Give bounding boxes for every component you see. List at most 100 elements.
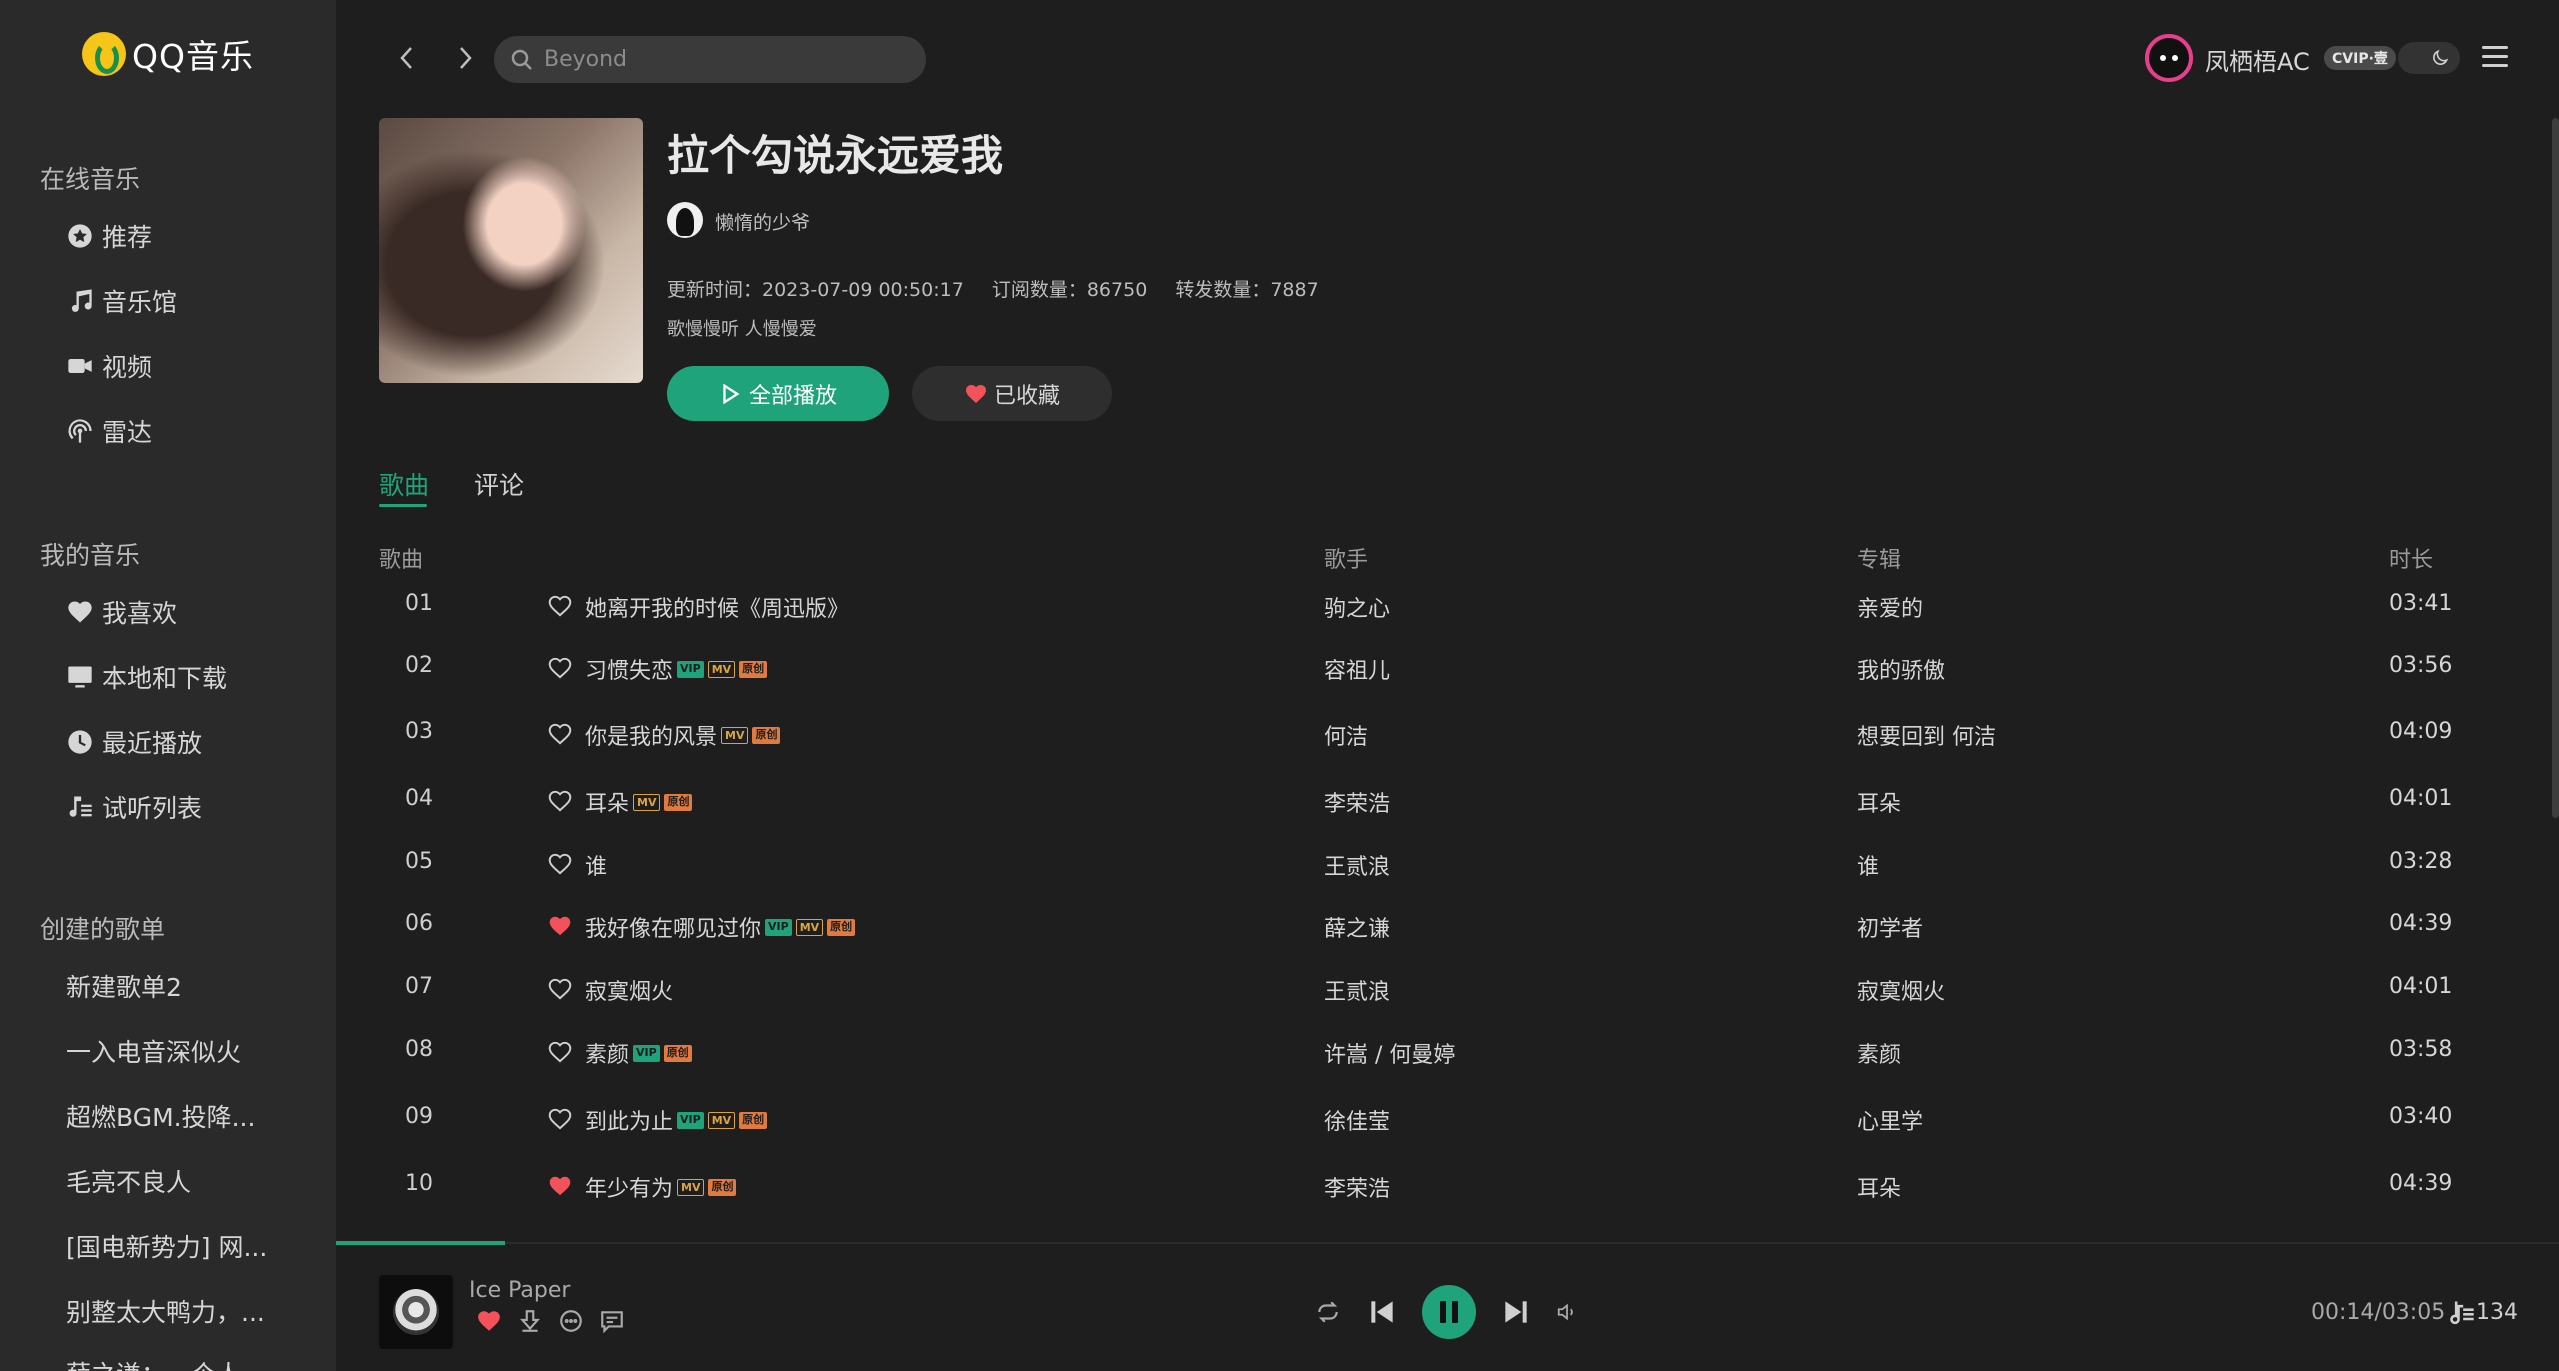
song-singer[interactable]: 王贰浪 bbox=[1324, 974, 1390, 1006]
previous-track-icon[interactable] bbox=[1364, 1294, 1400, 1330]
song-row[interactable]: 07 寂寞烟火 王贰浪 寂寞烟火 04:01 bbox=[379, 966, 2499, 1010]
sidebar-playlist-item[interactable]: 薛之谦：一个人 bbox=[66, 1355, 241, 1371]
song-name[interactable]: 习惯失恋 bbox=[585, 653, 673, 685]
comment-icon[interactable] bbox=[598, 1307, 626, 1335]
mv-tag[interactable]: MV bbox=[707, 1111, 736, 1129]
song-album[interactable]: 耳朵 bbox=[1857, 786, 1901, 818]
song-singer[interactable]: 许嵩 / 何曼婷 bbox=[1324, 1037, 1455, 1069]
user-name[interactable]: 凤栖梧AC bbox=[2205, 42, 2310, 77]
heart-outline-icon[interactable] bbox=[547, 593, 573, 619]
user-avatar[interactable] bbox=[2145, 34, 2193, 82]
download-icon[interactable] bbox=[516, 1307, 544, 1335]
sidebar-item-video[interactable]: 视频 bbox=[66, 346, 152, 386]
sidebar-playlist-item[interactable]: 超燃BGM.投降... bbox=[66, 1098, 255, 1134]
song-row[interactable]: 06 我好像在哪见过你 VIP MV 原创 薛之谦 初学者 04:39 bbox=[379, 903, 2499, 947]
sidebar-playlist-item[interactable]: 一入电音深似火 bbox=[66, 1033, 241, 1069]
sidebar-playlist-item[interactable]: 别整太大鸭力，... bbox=[66, 1293, 265, 1329]
song-album[interactable]: 心里学 bbox=[1857, 1104, 1923, 1136]
heart-filled-icon[interactable] bbox=[547, 1173, 573, 1199]
vip-badge[interactable]: CVIP·壹 bbox=[2324, 46, 2396, 70]
heart-filled-icon[interactable] bbox=[547, 913, 573, 939]
song-row[interactable]: 05 谁 王贰浪 谁 03:28 bbox=[379, 841, 2499, 885]
progress-fill[interactable] bbox=[336, 1241, 505, 1245]
play-all-button[interactable]: 全部播放 bbox=[667, 366, 889, 421]
song-album[interactable]: 初学者 bbox=[1857, 911, 1923, 943]
mv-tag[interactable]: MV bbox=[707, 660, 736, 678]
back-arrow-icon[interactable] bbox=[392, 40, 422, 76]
song-row[interactable]: 01 她离开我的时候《周迅版》 驹之心 亲爱的 03:41 bbox=[379, 583, 2499, 627]
sidebar-item-recent[interactable]: 最近播放 bbox=[66, 722, 202, 762]
app-logo[interactable]: QQ音乐 bbox=[82, 30, 254, 78]
song-name[interactable]: 谁 bbox=[585, 849, 607, 881]
song-name[interactable]: 到此为止 bbox=[585, 1104, 673, 1136]
song-singer[interactable]: 李荣浩 bbox=[1324, 786, 1390, 818]
progress-track[interactable] bbox=[336, 1242, 2559, 1244]
scrollbar[interactable] bbox=[2552, 118, 2559, 818]
song-row[interactable]: 04 耳朵 MV 原创 李荣浩 耳朵 04:01 bbox=[379, 778, 2499, 822]
song-name[interactable]: 你是我的风景 bbox=[585, 719, 717, 751]
song-row[interactable]: 10 年少有为 MV 原创 李荣浩 耳朵 04:39 bbox=[379, 1163, 2499, 1207]
heart-outline-icon[interactable] bbox=[547, 851, 573, 877]
sidebar-playlist-item[interactable]: [国电新势力] 网... bbox=[66, 1228, 267, 1264]
song-name[interactable]: 素颜 bbox=[585, 1037, 629, 1069]
song-name[interactable]: 寂寞烟火 bbox=[585, 974, 673, 1006]
theme-toggle[interactable] bbox=[2398, 42, 2460, 74]
song-singer[interactable]: 薛之谦 bbox=[1324, 911, 1390, 943]
sidebar-playlist-item[interactable]: 毛亮不良人 bbox=[66, 1163, 191, 1199]
song-album[interactable]: 想要回到 何洁 bbox=[1857, 719, 1996, 751]
tab-comments[interactable]: 评论 bbox=[474, 466, 524, 502]
sidebar-item-liked[interactable]: 我喜欢 bbox=[66, 592, 177, 632]
heart-outline-icon[interactable] bbox=[547, 655, 573, 681]
more-icon[interactable] bbox=[557, 1307, 585, 1335]
favorited-button[interactable]: 已收藏 bbox=[912, 366, 1112, 421]
sidebar-item-radar[interactable]: 雷达 bbox=[66, 411, 152, 451]
song-name[interactable]: 她离开我的时候《周迅版》 bbox=[585, 591, 849, 623]
forward-arrow-icon[interactable] bbox=[450, 40, 480, 76]
creator-name[interactable]: 懒惰的少爷 bbox=[715, 208, 810, 235]
heart-outline-icon[interactable] bbox=[547, 1039, 573, 1065]
like-icon[interactable] bbox=[475, 1307, 503, 1335]
volume-icon[interactable] bbox=[1553, 1298, 1581, 1326]
heart-outline-icon[interactable] bbox=[547, 976, 573, 1002]
now-playing-cover[interactable] bbox=[379, 1275, 453, 1349]
song-album[interactable]: 素颜 bbox=[1857, 1037, 1901, 1069]
now-playing-title[interactable]: Ice Paper bbox=[469, 1278, 570, 1303]
song-singer[interactable]: 王贰浪 bbox=[1324, 849, 1390, 881]
song-name[interactable]: 耳朵 bbox=[585, 786, 629, 818]
mv-tag[interactable]: MV bbox=[795, 918, 824, 936]
pause-button[interactable] bbox=[1422, 1285, 1476, 1339]
song-singer[interactable]: 容祖儿 bbox=[1324, 653, 1390, 685]
play-queue-button[interactable]: 134 bbox=[2448, 1298, 2518, 1326]
heart-outline-icon[interactable] bbox=[547, 721, 573, 747]
song-name[interactable]: 年少有为 bbox=[585, 1171, 673, 1203]
song-row[interactable]: 09 到此为止 VIP MV 原创 徐佳莹 心里学 03:40 bbox=[379, 1096, 2499, 1140]
mv-tag[interactable]: MV bbox=[633, 793, 661, 811]
song-album[interactable]: 谁 bbox=[1857, 849, 1879, 881]
tab-songs[interactable]: 歌曲 bbox=[379, 466, 429, 502]
song-row[interactable]: 08 素颜 VIP 原创 许嵩 / 何曼婷 素颜 03:58 bbox=[379, 1029, 2499, 1073]
song-album[interactable]: 耳朵 bbox=[1857, 1171, 1901, 1203]
song-album[interactable]: 亲爱的 bbox=[1857, 591, 1923, 623]
song-singer[interactable]: 驹之心 bbox=[1324, 591, 1390, 623]
sidebar-playlist-item[interactable]: 新建歌单2 bbox=[66, 968, 182, 1004]
creator-avatar[interactable] bbox=[667, 202, 703, 238]
song-singer[interactable]: 李荣浩 bbox=[1324, 1171, 1390, 1203]
mv-tag[interactable]: MV bbox=[677, 1178, 705, 1196]
mv-tag[interactable]: MV bbox=[721, 726, 749, 744]
song-row[interactable]: 02 习惯失恋 VIP MV 原创 容祖儿 我的骄傲 03:56 bbox=[379, 645, 2499, 689]
search-bar[interactable] bbox=[494, 36, 926, 83]
song-album[interactable]: 寂寞烟火 bbox=[1857, 974, 1945, 1006]
sidebar-item-recommend[interactable]: 推荐 bbox=[66, 216, 152, 256]
search-input[interactable] bbox=[544, 47, 904, 72]
song-album[interactable]: 我的骄傲 bbox=[1857, 653, 1945, 685]
heart-outline-icon[interactable] bbox=[547, 1106, 573, 1132]
next-track-icon[interactable] bbox=[1498, 1294, 1534, 1330]
song-singer[interactable]: 何洁 bbox=[1324, 719, 1368, 751]
heart-outline-icon[interactable] bbox=[547, 788, 573, 814]
song-name[interactable]: 我好像在哪见过你 bbox=[585, 911, 761, 943]
song-singer[interactable]: 徐佳莹 bbox=[1324, 1104, 1390, 1136]
menu-icon[interactable] bbox=[2482, 46, 2508, 68]
sidebar-item-trial-list[interactable]: 试听列表 bbox=[66, 787, 202, 827]
repeat-icon[interactable] bbox=[1313, 1297, 1343, 1327]
song-row[interactable]: 03 你是我的风景 MV 原创 何洁 想要回到 何洁 04:09 bbox=[379, 711, 2499, 755]
